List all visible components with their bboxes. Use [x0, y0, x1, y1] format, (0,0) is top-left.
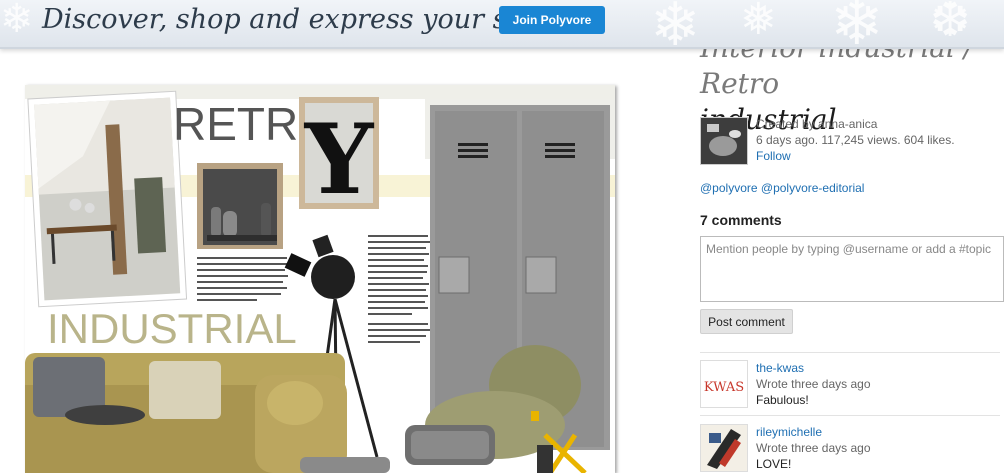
snowflake-icon: ❆	[930, 0, 971, 48]
follow-link[interactable]: Follow	[756, 149, 791, 163]
snowflake-icon: ❄	[650, 0, 701, 49]
comment-author-link[interactable]: rileymichelle	[756, 425, 822, 439]
snowflake-icon: ❅	[740, 0, 777, 45]
snowflake-icon: ❄	[830, 0, 884, 49]
avatar-image	[701, 425, 747, 471]
set-stats: 6 days ago. 117,245 views. 604 likes.	[756, 133, 955, 147]
comment-input[interactable]	[700, 236, 1004, 302]
promo-banner: ❄ ❄ ❅ ❄ ❆ Discover, shop and express you…	[0, 0, 1004, 49]
interior-photo	[27, 90, 188, 308]
comment-time: Wrote three days ago	[756, 377, 871, 391]
avatar-image: KWAS	[701, 361, 747, 407]
tag-polyvore-editorial-link[interactable]: @polyvore-editorial	[761, 181, 865, 195]
post-comment-button[interactable]: Post comment	[700, 309, 793, 334]
tag-polyvore-link[interactable]: @polyvore	[700, 181, 758, 195]
avatar-text: KWAS	[704, 380, 744, 395]
creator-avatar-image	[701, 118, 747, 164]
comment-avatar[interactable]: KWAS	[700, 360, 748, 408]
collage-artwork: RETRO Y INDUSTRIAL	[25, 85, 615, 473]
divider	[700, 352, 1000, 353]
sofa	[25, 353, 347, 473]
snowflake-icon: ❄	[0, 0, 34, 42]
creator-line: Created by anna-anica	[756, 117, 877, 131]
comment-author-link[interactable]: the-kwas	[756, 361, 804, 375]
mention-tags: @polyvore @polyvore-editorial	[700, 181, 864, 195]
creator-avatar[interactable]	[700, 117, 748, 165]
created-by-label: Created by	[756, 117, 819, 131]
comment-text: Fabulous!	[756, 393, 809, 407]
comment-time: Wrote three days ago	[756, 441, 871, 455]
comments-heading: 7 comments	[700, 212, 782, 228]
join-polyvore-button[interactable]: Join Polyvore	[499, 6, 605, 34]
banner-tagline: Discover, shop and express your style	[42, 4, 558, 35]
comment-text: LOVE!	[756, 457, 792, 471]
creator-name-link[interactable]: anna-anica	[818, 117, 877, 131]
industrial-text: INDUSTRIAL	[47, 305, 297, 352]
comment-avatar[interactable]	[700, 424, 748, 472]
collage-image[interactable]: RETRO Y INDUSTRIAL	[25, 85, 615, 473]
poster-letter: Y	[304, 103, 375, 216]
divider	[700, 415, 1000, 416]
